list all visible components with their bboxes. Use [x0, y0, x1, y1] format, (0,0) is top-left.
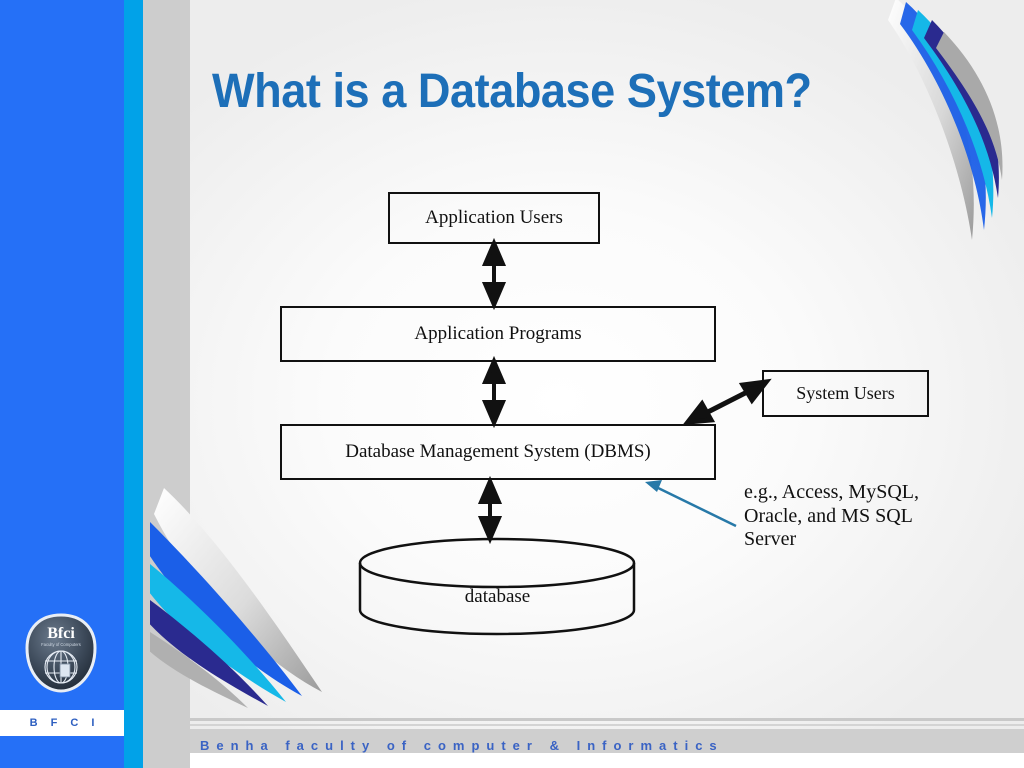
annotation-line-1: e.g., Access, MySQL,	[744, 481, 919, 503]
diagram-node-system-users[interactable]: System Users	[762, 370, 929, 417]
bfci-logo-icon: Bfci Faculty of Computers	[25, 613, 97, 693]
bfci-logo: Bfci Faculty of Computers	[22, 612, 100, 694]
arrow-app-users-app-programs	[481, 237, 507, 311]
diagram-node-application-programs[interactable]: Application Programs	[280, 306, 716, 362]
diagram-node-database-label: database	[464, 586, 531, 607]
arrow-system-users-dbms	[682, 378, 772, 425]
bfci-caption: B F C I	[29, 717, 100, 729]
diagram-node-application-users[interactable]: Application Users	[388, 192, 600, 244]
slide-canvas: What is a Database System? Application U…	[0, 0, 1024, 768]
footer-divider-lower	[190, 724, 1024, 726]
arrow-dbms-database	[477, 475, 503, 545]
annotation-leader-line	[645, 480, 737, 528]
diagram-node-label: System Users	[796, 382, 895, 403]
diagram-node-dbms[interactable]: Database Management System (DBMS)	[280, 424, 716, 480]
svg-text:Faculty of Computers: Faculty of Computers	[41, 642, 81, 647]
diagram-node-label: Application Users	[425, 206, 563, 228]
footer-cyan-segment	[124, 710, 143, 736]
diagram-node-label: Application Programs	[414, 322, 582, 344]
footer-text: Benha faculty of computer & Informatics	[200, 738, 724, 753]
diagram-node-label: Database Management System (DBMS)	[345, 440, 651, 462]
arrow-app-programs-dbms	[481, 355, 507, 429]
footer-divider-upper	[190, 718, 1024, 721]
annotation-line-2: Oracle, and MS SQL	[744, 504, 913, 527]
annotation-line-3: Server	[744, 528, 797, 551]
dbms-examples-annotation: e.g., Access, MySQL, Oracle, and MS SQL …	[744, 481, 974, 552]
svg-text:Bfci: Bfci	[47, 625, 75, 642]
